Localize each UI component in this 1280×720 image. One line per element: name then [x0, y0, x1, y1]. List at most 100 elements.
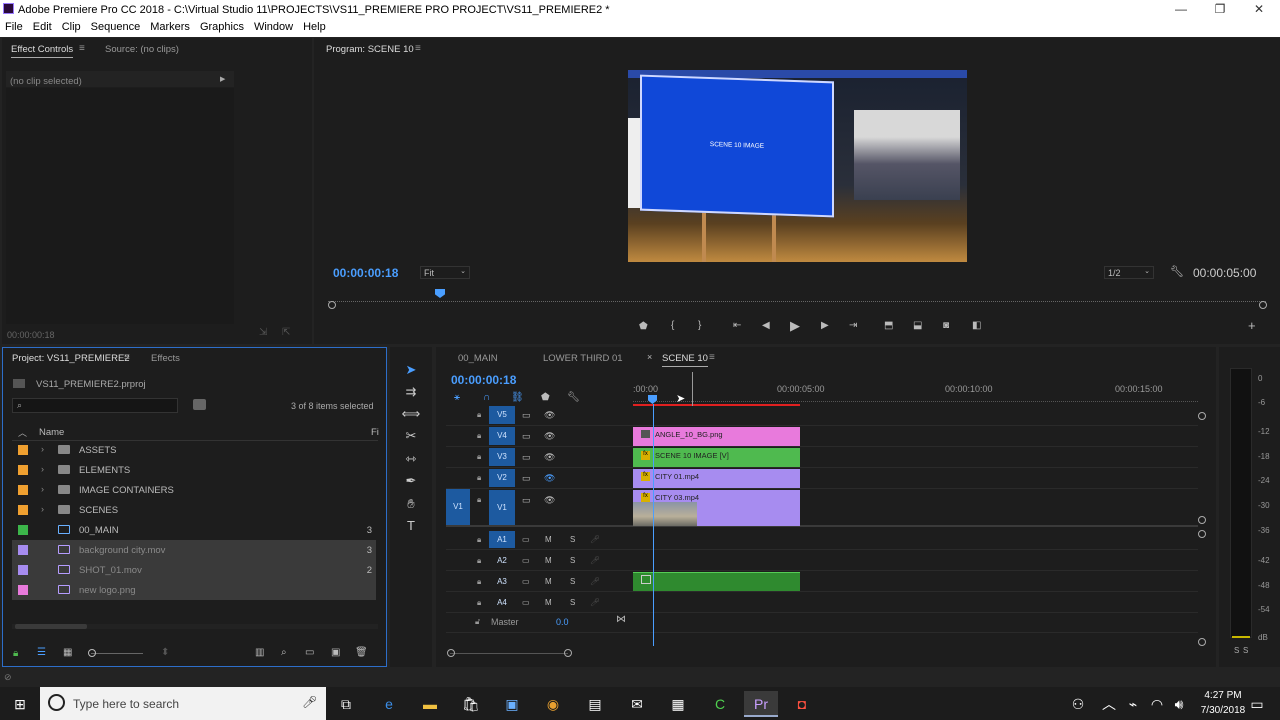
expand-arrow-icon[interactable]: ›	[41, 484, 44, 494]
sync-lock-icon[interactable]: ▭	[522, 473, 531, 484]
project-item[interactable]: background city.mov 3	[12, 540, 376, 560]
project-item[interactable]: › SCENES	[12, 500, 376, 520]
razor-tool-icon[interactable]: ✂︎	[400, 428, 422, 448]
recorder-icon[interactable]: ◘	[785, 691, 819, 717]
solo-right-button[interactable]: S	[1243, 646, 1248, 655]
project-item[interactable]: 00_MAIN 3	[12, 520, 376, 540]
sync-lock-icon[interactable]: ▭	[522, 410, 531, 421]
step-forward-icon[interactable]: ▶︎	[821, 320, 829, 331]
track-target-a4[interactable]: A4	[489, 594, 515, 611]
solo-button[interactable]: S	[570, 598, 575, 607]
panel-menu-icon[interactable]: ≡	[415, 43, 421, 54]
icon-view-icon[interactable]: ▦	[63, 647, 72, 658]
linked-selection-icon[interactable]: ⛓︎	[511, 392, 524, 403]
clip-scene10-image[interactable]: fx SCENE 10 IMAGE [V]	[633, 448, 800, 467]
expand-arrow-icon[interactable]: ›	[41, 444, 44, 454]
mail-icon[interactable]: ✉︎	[620, 691, 654, 717]
mark-in-icon[interactable]: {	[671, 320, 674, 331]
program-timecode[interactable]: 00:00:00:18	[333, 266, 398, 280]
solo-button[interactable]: S	[570, 577, 575, 586]
automate-to-sequence-icon[interactable]: ▥	[255, 647, 264, 658]
column-name[interactable]: Name	[39, 427, 64, 438]
voiceover-icon[interactable]: 🎤︎	[590, 577, 600, 586]
minimize-button[interactable]: —	[1166, 2, 1196, 17]
track-scroll-handle[interactable]	[1198, 530, 1206, 538]
label-color-swatch[interactable]	[18, 585, 28, 595]
eye-icon[interactable]: 👁︎	[544, 473, 555, 484]
label-color-swatch[interactable]	[18, 465, 28, 475]
solo-button[interactable]: S	[570, 556, 575, 565]
wrench-icon[interactable]: 🔧︎	[1170, 265, 1184, 278]
add-marker-icon[interactable]: ⬟	[639, 321, 648, 332]
track-target-v2[interactable]: V2	[489, 469, 515, 487]
eye-icon[interactable]: 👁︎	[544, 410, 555, 421]
master-volume-value[interactable]: 0.0	[556, 617, 569, 627]
tab-effects[interactable]: Effects	[151, 353, 180, 364]
mark-out-icon[interactable]: }	[698, 320, 701, 331]
tab-sequence-scene10[interactable]: SCENE 10	[662, 353, 708, 367]
expand-arrow-icon[interactable]: ›	[41, 504, 44, 514]
new-item-icon[interactable]: ▣	[331, 647, 340, 658]
timeline-timecode[interactable]: 00:00:00:18	[451, 373, 516, 387]
audio-clip-a3[interactable]	[633, 572, 800, 591]
snap-magnet-icon[interactable]: ∩	[483, 392, 490, 403]
tab-sequence-lower-third[interactable]: LOWER THIRD 01	[543, 353, 623, 364]
lock-icon[interactable]: 🔒︎	[477, 577, 481, 587]
fit-dropdown[interactable]: Fit ⌄	[420, 266, 470, 279]
timeline-ruler[interactable]	[633, 393, 1198, 402]
list-view-icon[interactable]: ☰	[37, 647, 46, 658]
sync-lock-icon[interactable]: ▭	[522, 598, 530, 607]
chrome-icon[interactable]: ◉	[536, 691, 570, 717]
label-color-swatch[interactable]	[18, 565, 28, 575]
track-target-a1[interactable]: A1	[489, 531, 515, 548]
windows-start-icon[interactable]: ⊞	[3, 691, 37, 717]
mute-button[interactable]: M	[545, 535, 552, 544]
tab-sequence-main[interactable]: 00_MAIN	[458, 353, 498, 364]
tab-program[interactable]: Program: SCENE 10	[326, 44, 414, 55]
zoom-handle-right[interactable]	[1259, 301, 1267, 309]
lock-icon[interactable]: 🔒︎	[477, 452, 481, 462]
mute-button[interactable]: M	[545, 556, 552, 565]
filter-icon[interactable]: ⇲	[259, 327, 267, 338]
zoom-handle-left[interactable]	[447, 649, 455, 657]
lock-icon[interactable]: 🔒︎	[477, 410, 481, 420]
sort-up-icon[interactable]: ︿	[18, 426, 27, 439]
edge-icon[interactable]: e	[372, 691, 406, 717]
sync-lock-icon[interactable]: ▭	[522, 577, 530, 586]
clear-icon[interactable]: 🗑︎	[355, 647, 368, 658]
extract-icon[interactable]: ⬓	[913, 320, 922, 331]
zoom-slider-handle[interactable]	[88, 649, 96, 657]
solo-button[interactable]: S	[570, 535, 575, 544]
show-hidden-icons[interactable]: ︿	[1096, 691, 1122, 717]
lock-icon[interactable]: 🔓︎	[475, 617, 480, 627]
premiere-taskbar-icon[interactable]: Pr	[744, 691, 778, 717]
clip-city01[interactable]: fx CITY 01.mp4	[633, 469, 800, 488]
lock-icon[interactable]: 🔒︎	[477, 431, 481, 441]
menu-help[interactable]: Help	[298, 19, 331, 33]
label-color-swatch[interactable]	[18, 485, 28, 495]
type-tool-icon[interactable]: T	[400, 518, 422, 538]
volume-icon[interactable]: 🔊︎	[1166, 691, 1192, 717]
track-scroll-handle[interactable]	[1198, 412, 1206, 420]
action-center-icon[interactable]: ▭	[1244, 691, 1270, 717]
sync-lock-icon[interactable]: ▭	[522, 495, 531, 506]
menu-sequence[interactable]: Sequence	[86, 19, 146, 33]
microphone-icon[interactable]: 🎤︎	[302, 695, 317, 709]
camera-icon[interactable]: ◙	[943, 320, 949, 331]
lock-icon[interactable]: 🔒︎	[13, 648, 18, 659]
menu-clip[interactable]: Clip	[57, 19, 86, 33]
menu-edit[interactable]: Edit	[28, 19, 57, 33]
eye-icon[interactable]: 👁︎	[544, 452, 555, 463]
menu-graphics[interactable]: Graphics	[195, 19, 249, 33]
eye-icon[interactable]: 👁︎	[544, 431, 555, 442]
panel-menu-icon[interactable]: ≡	[124, 352, 130, 363]
track-select-tool-icon[interactable]: ⇉	[400, 384, 422, 404]
source-patch-v1[interactable]: V1	[446, 489, 470, 525]
label-color-swatch[interactable]	[18, 505, 28, 515]
program-time-ruler[interactable]	[328, 296, 1266, 302]
network-icon[interactable]: ⌁	[1120, 691, 1146, 717]
track-target-v3[interactable]: V3	[489, 448, 515, 466]
sync-lock-icon[interactable]: ▭	[522, 452, 531, 463]
close-button[interactable]: ✕	[1244, 2, 1274, 17]
project-item[interactable]: › IMAGE CONTAINERS	[12, 480, 376, 500]
